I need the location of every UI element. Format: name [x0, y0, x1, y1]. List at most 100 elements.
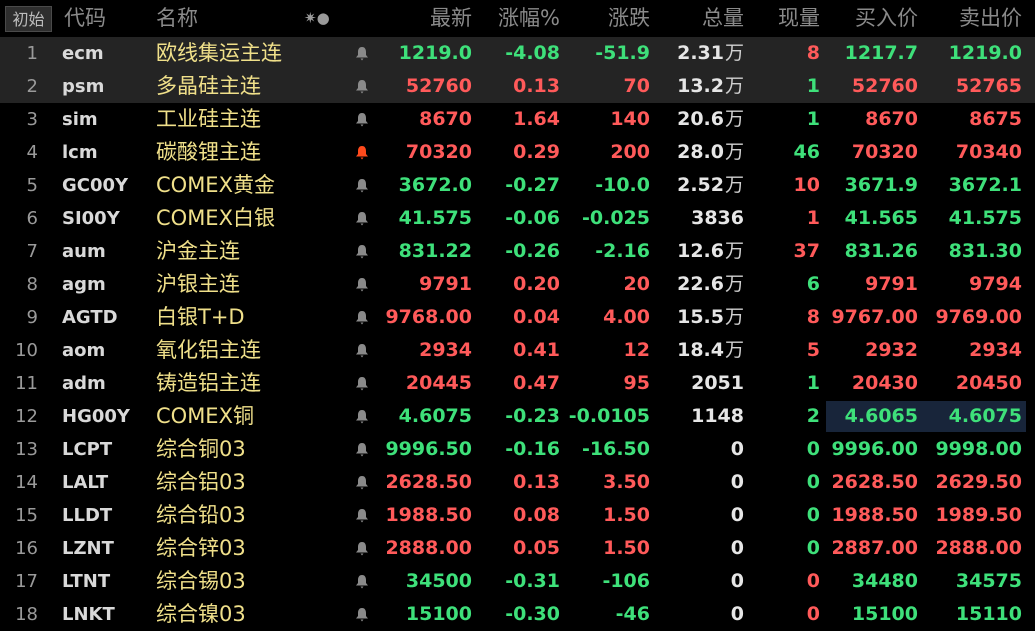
volume-unit: 万 — [724, 174, 744, 196]
row-change: 200 — [560, 136, 650, 169]
row-current-vol-text: 6 — [806, 273, 820, 295]
row-name-text: 沪银主连 — [156, 272, 240, 296]
row-change-pct-text: 0.04 — [513, 306, 560, 328]
alert-bell-icon[interactable] — [355, 211, 369, 226]
row-volume-text: 2.31 — [677, 42, 724, 64]
row-code-text: SI00Y — [62, 208, 120, 229]
table-row[interactable]: 2 psm 多晶硅主连 52760 0.13 70 13.2万 1 52760 52765 — [0, 70, 1035, 103]
row-volume-text: 2.52 — [677, 174, 724, 196]
table-row[interactable]: 17 LTNT 综合锡03 34500 -0.31 -106 0 0 34480 34575 — [0, 565, 1035, 598]
table-row[interactable]: 3 sim 工业硅主连 8670 1.64 140 20.6万 1 8670 8675 — [0, 103, 1035, 136]
row-last-price-text: 3672.0 — [398, 174, 472, 196]
volume-unit: 万 — [724, 75, 744, 97]
alert-bell-icon[interactable] — [355, 343, 369, 358]
alert-bell-icon[interactable] — [355, 310, 369, 325]
alert-bell-icon[interactable] — [355, 277, 369, 292]
row-current-vol: 1 — [760, 103, 820, 136]
alert-bell-icon[interactable] — [355, 607, 369, 622]
row-index-text: 6 — [26, 208, 38, 229]
table-row[interactable]: 1 ecm 欧线集运主连 1219.0 -4.08 -51.9 2.31万 8 1217.7 12… — [0, 37, 1035, 70]
row-last-price: 9768.00 — [370, 301, 472, 334]
table-row[interactable]: 14 LALT 综合铝03 2628.50 0.13 3.50 0 0 2628.50 2629.… — [0, 466, 1035, 499]
alert-bell-icon[interactable] — [355, 574, 369, 589]
row-current-vol-text: 0 — [806, 438, 820, 460]
alert-bell-icon[interactable] — [355, 112, 369, 127]
col-header-code[interactable]: 代码 — [64, 0, 106, 37]
col-header-volume[interactable]: 总量 — [662, 0, 744, 37]
table-row[interactable]: 18 LNKT 综合镍03 15100 -0.30 -46 0 0 15100 15110 — [0, 598, 1035, 631]
alert-bell-icon[interactable] — [355, 178, 369, 193]
row-index: 11 — [0, 367, 38, 400]
alert-bell-icon[interactable] — [355, 46, 369, 61]
table-row[interactable]: 15 LLDT 综合铅03 1988.50 0.08 1.50 0 0 1988.50 1989.… — [0, 499, 1035, 532]
table-row[interactable]: 6 SI00Y COMEX白银 41.575 -0.06 -0.025 3836 1 41.56… — [0, 202, 1035, 235]
table-row[interactable]: 13 LCPT 综合铜03 9996.50 -0.16 -16.50 0 0 9996.00 99… — [0, 433, 1035, 466]
row-code: aom — [62, 334, 152, 367]
row-last-price: 2628.50 — [370, 466, 472, 499]
row-volume: 28.0万 — [652, 136, 744, 169]
alert-bell-icon[interactable] — [355, 244, 369, 259]
row-volume-text: 22.6 — [677, 273, 724, 295]
alert-bell-icon[interactable] — [355, 376, 369, 391]
alert-bell-icon[interactable] — [355, 79, 369, 94]
row-ask-text: 2629.50 — [935, 471, 1022, 493]
row-index: 6 — [0, 202, 38, 235]
table-row[interactable]: 16 LZNT 综合锌03 2888.00 0.05 1.50 0 0 2887.00 2888.… — [0, 532, 1035, 565]
row-current-vol: 6 — [760, 268, 820, 301]
row-last-price-text: 8670 — [419, 108, 472, 130]
row-current-vol: 0 — [760, 598, 820, 631]
col-header-bid[interactable]: 买入价 — [830, 0, 918, 37]
table-row[interactable]: 9 AGTD 白银T+D 9768.00 0.04 4.00 15.5万 8 9767.00 97… — [0, 301, 1035, 334]
table-row[interactable]: 4 lcm 碳酸锂主连 70320 0.29 200 28.0万 46 70320 70340 — [0, 136, 1035, 169]
col-header-change-pct[interactable]: 涨幅% — [478, 0, 560, 37]
col-header-ask[interactable]: 卖出价 — [930, 0, 1022, 37]
row-current-vol: 1 — [760, 367, 820, 400]
row-change-pct: 0.20 — [478, 268, 560, 301]
col-header-current-vol[interactable]: 现量 — [748, 0, 820, 37]
table-row[interactable]: 5 GC00Y COMEX黄金 3672.0 -0.27 -10.0 2.52万 10 3671… — [0, 169, 1035, 202]
table-row[interactable]: 7 aum 沪金主连 831.22 -0.26 -2.16 12.6万 37 831.26 831… — [0, 235, 1035, 268]
table-row[interactable]: 11 adm 铸造铝主连 20445 0.47 95 2051 1 20430 20450 — [0, 367, 1035, 400]
row-last-price-text: 9768.00 — [385, 306, 472, 328]
row-volume-text: 1148 — [691, 405, 744, 427]
row-last-price: 4.6075 — [370, 400, 472, 433]
row-ask: 41.575 — [922, 202, 1022, 235]
row-current-vol: 0 — [760, 565, 820, 598]
row-current-vol: 0 — [760, 433, 820, 466]
col-header-name[interactable]: 名称 — [156, 0, 198, 37]
row-index-text: 16 — [15, 538, 38, 559]
sort-toggle-icon[interactable]: ✷● — [304, 0, 330, 37]
row-current-vol-text: 0 — [806, 570, 820, 592]
alert-bell-icon[interactable] — [355, 475, 369, 490]
init-button[interactable]: 初始 — [5, 6, 52, 32]
row-volume: 2.52万 — [652, 169, 744, 202]
table-row[interactable]: 10 aom 氧化铝主连 2934 0.41 12 18.4万 5 2932 2934 — [0, 334, 1035, 367]
row-bid: 8670 — [822, 103, 918, 136]
row-volume-text: 18.4 — [677, 339, 724, 361]
row-change-pct: 0.13 — [478, 466, 560, 499]
alert-bell-icon[interactable] — [355, 145, 369, 160]
alert-bell-icon[interactable] — [355, 409, 369, 424]
alert-bell-icon[interactable] — [355, 541, 369, 556]
row-change-pct-text: -0.31 — [505, 570, 560, 592]
alert-bell-icon[interactable] — [355, 508, 369, 523]
volume-unit: 万 — [724, 273, 744, 295]
row-volume-text: 15.5 — [677, 306, 724, 328]
row-last-price: 2888.00 — [370, 532, 472, 565]
row-last-price: 70320 — [370, 136, 472, 169]
row-volume-text: 28.0 — [677, 141, 724, 163]
col-header-last[interactable]: 最新 — [400, 0, 472, 37]
alert-bell-icon[interactable] — [355, 442, 369, 457]
row-change-text: -51.9 — [595, 42, 650, 64]
row-last-price: 20445 — [370, 367, 472, 400]
col-header-change[interactable]: 涨跌 — [570, 0, 650, 37]
row-last-price-text: 2934 — [419, 339, 472, 361]
table-row[interactable]: 8 agm 沪银主连 9791 0.20 20 22.6万 6 9791 9794 — [0, 268, 1035, 301]
table-row[interactable]: 12 HG00Y COMEX铜 4.6075 -0.23 -0.0105 1148 2 4.60… — [0, 400, 1035, 433]
volume-unit: 万 — [724, 306, 744, 328]
row-current-vol-text: 5 — [806, 339, 820, 361]
row-code-text: aum — [62, 241, 106, 262]
row-index-text: 13 — [15, 439, 38, 460]
row-last-price: 15100 — [370, 598, 472, 631]
row-name-text: 铸造铝主连 — [156, 371, 261, 395]
